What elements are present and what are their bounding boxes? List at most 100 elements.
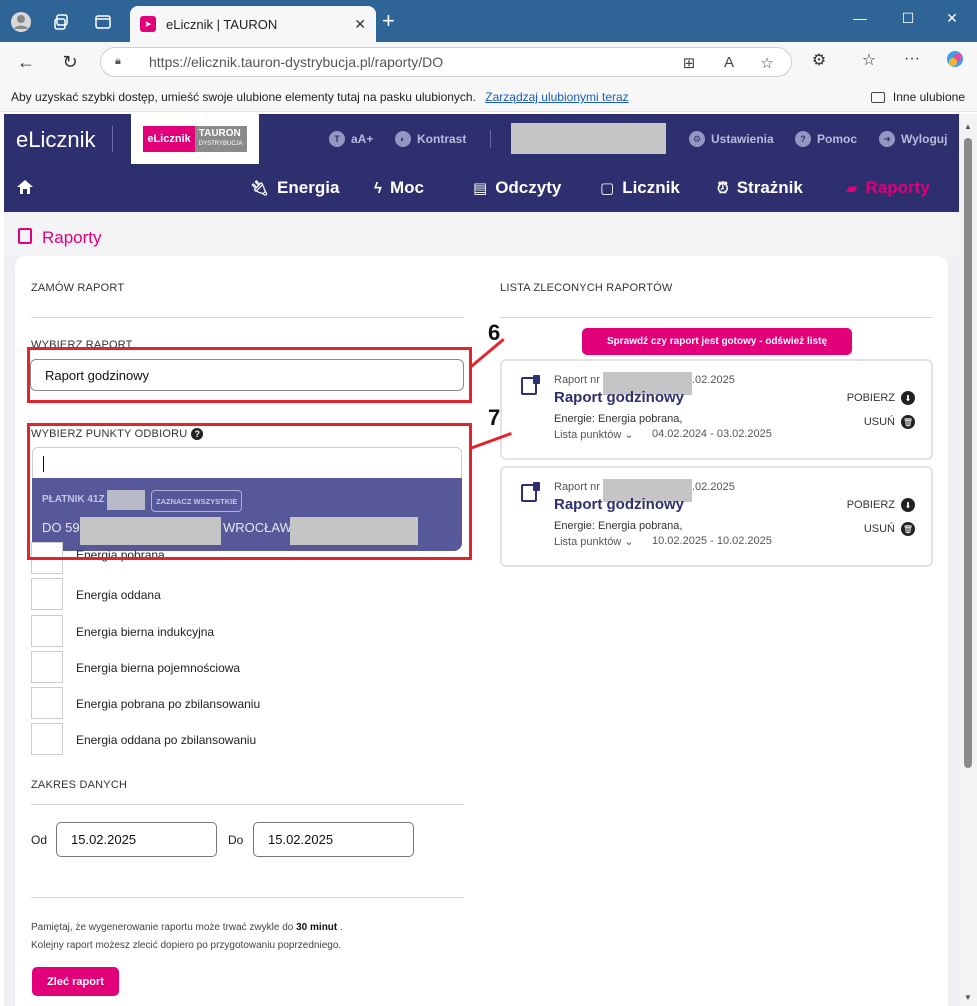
points-list-toggle[interactable]: Lista punktów ⌄: [554, 428, 634, 441]
trash-icon: 🗑︎: [901, 415, 915, 429]
report-card: Raport nr .02.2025 Raport godzinowy Ener…: [500, 466, 933, 567]
address-bar: ← ↻ 🔒︎ https://elicznik.tauron-dystrybuc…: [0, 42, 977, 82]
favorite-star-icon[interactable]: ☆: [757, 54, 777, 72]
extensions-icon[interactable]: ⚙: [808, 50, 830, 70]
close-tab-icon[interactable]: ✕: [354, 16, 366, 33]
reports-section-title: LISTA ZLECONYCH RAPORTÓW: [500, 282, 673, 294]
report-number-label: Raport nr: [554, 481, 600, 493]
report-icon: ▰: [846, 180, 858, 197]
copilot-icon[interactable]: [944, 50, 966, 73]
date-from-value: 15.02.2025: [71, 832, 137, 847]
tauron-logo[interactable]: eLicznik TAURON DYSTRYBUCJA: [131, 114, 259, 164]
delete-button[interactable]: USUŃ 🗑︎: [864, 415, 915, 429]
nav-item-odczyty[interactable]: ▤ Odczyty: [473, 178, 561, 198]
read-aloud-icon[interactable]: A: [719, 54, 739, 71]
page-scrollbar[interactable]: ▲ ▼: [959, 114, 977, 1006]
logout-label: Wyloguj: [901, 132, 948, 146]
minimize-icon[interactable]: —: [845, 10, 875, 26]
divider: [31, 317, 464, 318]
home-icon[interactable]: [16, 179, 34, 195]
help-icon: ?: [795, 131, 811, 147]
new-tab-icon[interactable]: +: [382, 10, 395, 32]
nav-item-energia[interactable]: 🔌︎ Energia: [250, 178, 339, 198]
refresh-list-button[interactable]: Sprawdź czy raport jest gotowy - odśwież…: [582, 328, 852, 355]
bolt-icon: ϟ: [374, 179, 382, 197]
checkbox-label: Energia bierna pojemnościowa: [76, 661, 241, 675]
contrast-button[interactable]: ◐ Kontrast: [395, 131, 466, 147]
points-list-label: Lista punktów: [554, 536, 622, 548]
url-field[interactable]: 🔒︎ https://elicznik.tauron-dystrybucja.p…: [100, 47, 792, 77]
report-energies: Energie: Energia pobrana,: [554, 413, 683, 425]
logo-tauron-text: TAURON: [198, 128, 241, 139]
checkbox[interactable]: [31, 723, 63, 755]
help-label: Pomoc: [817, 132, 858, 146]
download-button[interactable]: POBIERZ ⬇: [847, 498, 915, 512]
checkbox[interactable]: [31, 651, 63, 683]
other-favorites[interactable]: Inne ulubione: [870, 90, 965, 104]
report-energies: Energie: Energia pobrana,: [554, 520, 683, 532]
active-tab[interactable]: ➤ eLicznik | TAURON ✕: [130, 6, 376, 42]
report-range: 04.02.2024 - 03.02.2025: [652, 428, 772, 440]
app-available-icon[interactable]: ⊞: [679, 54, 699, 72]
report-number-label: Raport nr: [554, 374, 600, 386]
workspaces-icon[interactable]: [50, 10, 74, 34]
favorites-icon[interactable]: ☆: [858, 50, 880, 70]
divider: [490, 130, 491, 148]
scroll-up-icon[interactable]: ▲: [964, 122, 972, 131]
date-from-input[interactable]: 15.02.2025: [56, 822, 217, 857]
chevron-down-icon: ⌄: [624, 536, 634, 548]
scroll-down-icon[interactable]: ▼: [964, 993, 972, 1002]
checkbox-row[interactable]: Energia bierna indukcyjna: [31, 615, 431, 647]
back-icon[interactable]: ←: [14, 50, 38, 74]
nav-label: Energia: [277, 178, 340, 197]
logout-icon: ➜: [879, 131, 895, 147]
profile-icon[interactable]: [9, 10, 33, 34]
download-button[interactable]: POBIERZ ⬇: [847, 391, 915, 405]
report-title: Raport godzinowy: [554, 496, 684, 513]
nav-item-straznik[interactable]: ⏰︎ Strażnik: [717, 178, 803, 198]
help-button[interactable]: ? Pomoc: [795, 131, 857, 147]
gear-icon: ⚙: [689, 131, 705, 147]
contrast-label: Kontrast: [417, 132, 467, 146]
checkbox-row[interactable]: Energia bierna pojemnościowa: [31, 651, 431, 683]
nav-item-moc[interactable]: ϟ Moc: [374, 178, 424, 198]
settings-button[interactable]: ⚙ Ustawienia: [689, 131, 774, 147]
points-list-label: Lista punktów: [554, 429, 622, 441]
report-number-date: .02.2025: [692, 481, 735, 493]
checkbox[interactable]: [31, 578, 63, 610]
checkbox-row[interactable]: Energia oddana po zbilansowaniu: [31, 723, 431, 755]
page-title: Raporty: [42, 228, 102, 247]
scroll-thumb[interactable]: [964, 138, 972, 768]
divider: [112, 126, 113, 152]
checkbox-row[interactable]: Energia oddana: [31, 578, 431, 610]
date-to-input[interactable]: 15.02.2025: [253, 822, 414, 857]
order-report-button[interactable]: Zleć raport: [32, 967, 119, 996]
top-header: eLicznik eLicznik TAURON DYSTRYBUCJA T a…: [4, 114, 959, 164]
checkbox-label: Energia oddana po zbilansowaniu: [76, 733, 257, 747]
checkbox-label: Energia bierna indukcyjna: [76, 625, 215, 639]
refresh-icon[interactable]: ↻: [58, 50, 82, 74]
trash-icon: 🗑︎: [901, 522, 915, 536]
logout-button[interactable]: ➜ Wyloguj: [879, 131, 947, 147]
checkbox-row[interactable]: Energia pobrana po zbilansowaniu: [31, 687, 431, 719]
tab-actions-icon[interactable]: [91, 10, 115, 34]
more-icon[interactable]: ···: [901, 50, 923, 68]
tab-favicon-icon: ➤: [140, 16, 156, 32]
font-size-button[interactable]: T aA+: [329, 131, 373, 147]
points-list-toggle[interactable]: Lista punktów ⌄: [554, 535, 634, 548]
meter-icon: ▢: [600, 180, 615, 197]
nav-item-licznik[interactable]: ▢ Licznik: [600, 178, 680, 198]
maximize-icon[interactable]: ☐: [893, 10, 923, 27]
nav-item-raporty[interactable]: ▰ Raporty: [846, 178, 930, 198]
checkbox[interactable]: [31, 687, 63, 719]
nav-label: Moc: [389, 178, 424, 197]
brand-name[interactable]: eLicznik: [16, 127, 95, 153]
checkbox[interactable]: [31, 615, 63, 647]
manage-favorites-link[interactable]: Zarządzaj ulubionymi teraz: [485, 90, 628, 104]
delete-button[interactable]: USUŃ 🗑︎: [864, 522, 915, 536]
divider: [31, 897, 464, 898]
close-window-icon[interactable]: ✕: [937, 10, 967, 27]
report-number-date: .02.2025: [692, 374, 735, 386]
folder-icon: [870, 91, 885, 103]
order-section-title: ZAMÓW RAPORT: [31, 282, 125, 294]
